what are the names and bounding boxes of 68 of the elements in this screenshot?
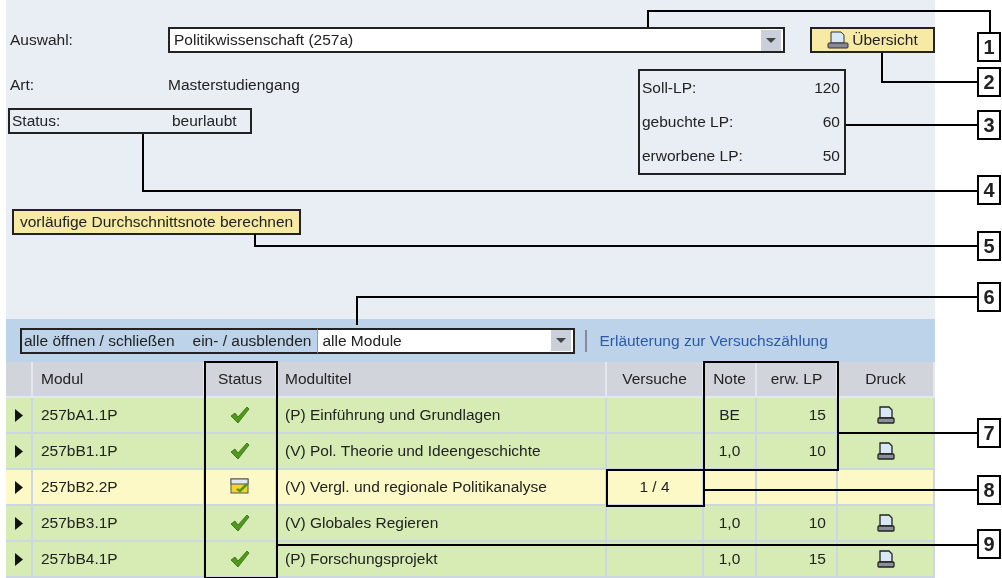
callout-number: 2 [977, 67, 1001, 97]
table-cell: (V) Vergl. und regionale Politikanalyse [277, 470, 607, 506]
field-label: Auswahl: [9, 31, 74, 49]
printer-icon [827, 31, 850, 49]
credits-label: Soll-LP: [642, 79, 697, 97]
field-label: Status: [11, 112, 62, 130]
credits-value: 120 [814, 79, 840, 97]
callout-number: 5 [977, 231, 1001, 261]
column-header: Modultitel [277, 362, 607, 398]
expand-arrow-icon[interactable] [14, 444, 23, 458]
callout-number: 9 [977, 529, 1001, 559]
table-cell: (P) Forschungsprojekt [277, 542, 607, 578]
table-cell: 1,0 [704, 542, 757, 578]
table-cell: 257bB1.1P [33, 434, 205, 470]
filter-select[interactable]: alle Module [317, 327, 576, 354]
overview-button[interactable]: Übersicht [810, 27, 935, 53]
table-cell: (V) Pol. Theorie und Ideengeschichte [277, 434, 607, 470]
program-select[interactable]: Politikwissenschaft (257a) [168, 27, 785, 53]
help-link[interactable]: Erläuterung zur Versuchszählung [599, 331, 828, 350]
callout-number: 6 [977, 282, 1001, 312]
expand-arrow-icon[interactable] [14, 480, 23, 494]
column-header: Versuche [607, 362, 704, 398]
column-header: erw. LP [757, 362, 838, 398]
table-cell: (V) Globales Regieren [277, 506, 607, 542]
credits-value: 50 [822, 147, 840, 165]
callout-number: 4 [977, 175, 1001, 205]
table-cell: 15 [757, 542, 838, 578]
table-cell: 15 [757, 398, 838, 434]
table-cell: 10 [757, 434, 838, 470]
document-check-icon [230, 478, 250, 496]
table-cell: 257bB4.1P [33, 542, 205, 578]
expand-arrow-icon[interactable] [14, 516, 23, 530]
table-cell: (P) Einführung und Grundlagen [277, 398, 607, 434]
printer-icon[interactable] [876, 550, 895, 568]
credits-value: 60 [822, 113, 840, 131]
table-cell: 10 [757, 506, 838, 542]
checkmark-icon [230, 442, 250, 460]
table-cell: 1 / 4 [607, 470, 704, 506]
toggle-all-link[interactable]: alle öffnen / schließen [24, 331, 175, 350]
printer-icon[interactable] [876, 406, 895, 424]
calculate-average-button[interactable]: vorläufige Durchschnittsnote berechnen [12, 209, 302, 235]
table-cell: BE [704, 398, 757, 434]
show-hide-link[interactable]: ein- / ausblenden [192, 331, 312, 350]
field-value: beurlaubt [172, 112, 237, 130]
printer-icon[interactable] [876, 514, 895, 532]
expand-arrow-icon[interactable] [14, 552, 23, 566]
column-header: Modul [33, 362, 205, 398]
credits-label: erworbene LP: [642, 147, 743, 165]
column-header: Druck [838, 362, 935, 398]
printer-icon[interactable] [876, 442, 895, 460]
callout-number: 8 [977, 475, 1001, 505]
column-header: Status [205, 362, 277, 398]
checkmark-icon [230, 550, 250, 568]
table-cell: 257bB2.2P [33, 470, 205, 506]
field-label: Art: [9, 76, 36, 94]
table-cell: 257bA1.1P [33, 398, 205, 434]
callout-number: 3 [977, 110, 1001, 140]
field-value: Masterstudiengang [168, 76, 300, 94]
checkmark-icon [230, 406, 250, 424]
credits-label: gebuchte LP: [642, 113, 734, 131]
expand-arrow-icon[interactable] [14, 408, 23, 422]
table-cell: 257bB3.1P [33, 506, 205, 542]
callout-number: 1 [977, 32, 1001, 62]
callout-number: 7 [977, 418, 1001, 448]
table-cell: 1,0 [704, 506, 757, 542]
checkmark-icon [230, 514, 250, 532]
table-cell: 1,0 [704, 434, 757, 470]
column-header: Note [704, 362, 757, 398]
